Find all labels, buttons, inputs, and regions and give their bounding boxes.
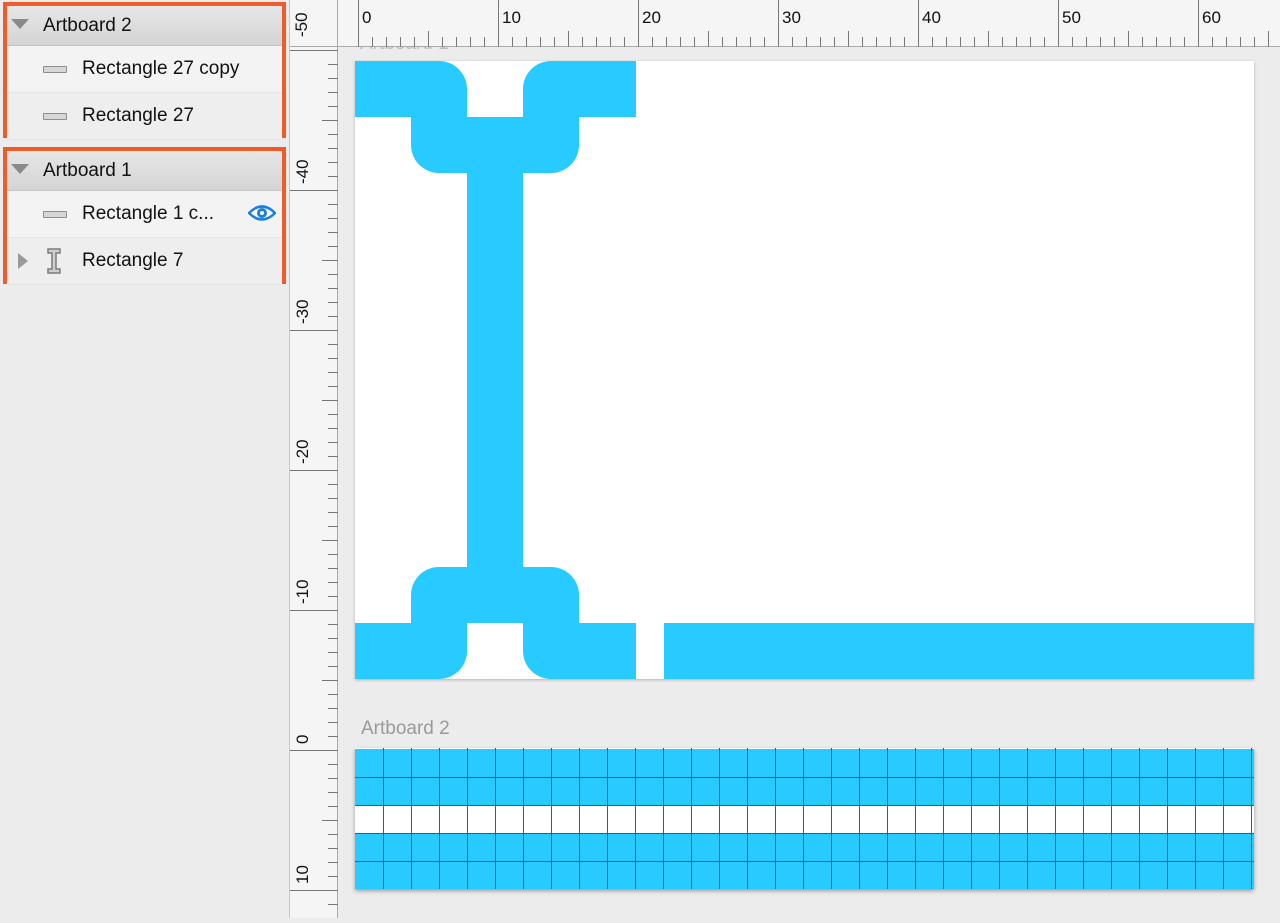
- artboard-1-title[interactable]: Artboard 1: [360, 47, 449, 55]
- grid-row-blue-1: [355, 749, 1254, 777]
- beam-stem[interactable]: [467, 173, 523, 567]
- beam-cap-top-right[interactable]: [523, 61, 636, 117]
- layer-row-rectangle-27-copy[interactable]: Rectangle 27 copy: [7, 46, 282, 93]
- beam-cap-bottom-right[interactable]: [523, 623, 636, 679]
- beam-cap-bottom-center[interactable]: [411, 567, 579, 623]
- disclosure-right-icon[interactable]: [18, 253, 28, 269]
- grid-row-blue-2: [355, 777, 1254, 805]
- ruler-label: 30: [782, 8, 801, 27]
- rectangle-icon: [43, 211, 67, 218]
- ruler-label: -30: [293, 299, 312, 324]
- layer-label: Rectangle 27 copy: [82, 58, 240, 79]
- layer-label: Rectangle 1 c...: [82, 203, 215, 224]
- layers-panel: Artboard 2 Rectangle 27 copy Rectangle 2…: [0, 0, 290, 918]
- ruler-label: 20: [642, 8, 661, 27]
- layer-row-rectangle-7[interactable]: Rectangle 7: [7, 238, 282, 285]
- grid-row-white: [355, 805, 1254, 833]
- ruler-label: 60: [1202, 8, 1221, 27]
- ruler-label: 50: [1062, 8, 1081, 27]
- layer-group-artboard-2: Artboard 2 Rectangle 27 copy Rectangle 2…: [3, 2, 286, 140]
- beam-cap-top-left[interactable]: [355, 61, 467, 117]
- artboard-2-title[interactable]: Artboard 2: [361, 718, 450, 740]
- ruler-label: -10: [293, 579, 312, 604]
- ruler-label: -40: [293, 159, 312, 184]
- disclosure-down-icon[interactable]: [11, 164, 29, 174]
- grid-row-blue-4: [355, 861, 1254, 889]
- beam-cap-top-center[interactable]: [411, 117, 579, 173]
- baseline-bar[interactable]: [664, 623, 1254, 679]
- rectangle-icon: [43, 113, 67, 120]
- ruler-label: 10: [502, 8, 521, 27]
- layer-label: Rectangle 27: [82, 105, 194, 126]
- pixel-grid-pattern[interactable]: [355, 748, 1254, 889]
- ruler-corner: -50: [290, 0, 338, 47]
- ruler-label: -50: [292, 12, 311, 37]
- ruler-label: -20: [293, 439, 312, 464]
- i-beam-shape[interactable]: [355, 61, 1254, 679]
- i-beam-icon: [47, 248, 61, 274]
- layer-group-artboard-1: Artboard 1 Rectangle 1 c... Rectangle 7: [3, 147, 286, 285]
- artboard-row-artboard-2[interactable]: Artboard 2: [7, 6, 282, 46]
- ruler-label: 0: [362, 8, 371, 27]
- layer-label: Rectangle 7: [82, 250, 184, 271]
- vertical-ruler[interactable]: -40 -30 -20 -10 0 10: [290, 22, 338, 918]
- canvas[interactable]: Artboard 1 Artboard 2: [338, 47, 1280, 918]
- artboard-label: Artboard 1: [43, 159, 132, 181]
- rectangle-icon: [43, 66, 67, 73]
- beam-cap-bottom-left[interactable]: [355, 623, 467, 679]
- artboard-label: Artboard 2: [43, 14, 132, 36]
- artboard-2[interactable]: [355, 748, 1254, 889]
- ruler-label: 10: [293, 865, 312, 884]
- artboard-1[interactable]: [355, 61, 1254, 679]
- artboard-row-artboard-1[interactable]: Artboard 1: [7, 151, 282, 191]
- ruler-label: 40: [922, 8, 941, 27]
- disclosure-down-icon[interactable]: [11, 19, 29, 29]
- layer-row-rectangle-1-copy[interactable]: Rectangle 1 c...: [7, 191, 282, 238]
- layer-row-rectangle-27[interactable]: Rectangle 27: [7, 93, 282, 140]
- grid-row-blue-3: [355, 833, 1254, 861]
- eye-icon[interactable]: [248, 204, 276, 222]
- horizontal-ruler[interactable]: 0 10 20 30 40 50 60: [338, 0, 1280, 47]
- ruler-label: 0: [293, 735, 312, 744]
